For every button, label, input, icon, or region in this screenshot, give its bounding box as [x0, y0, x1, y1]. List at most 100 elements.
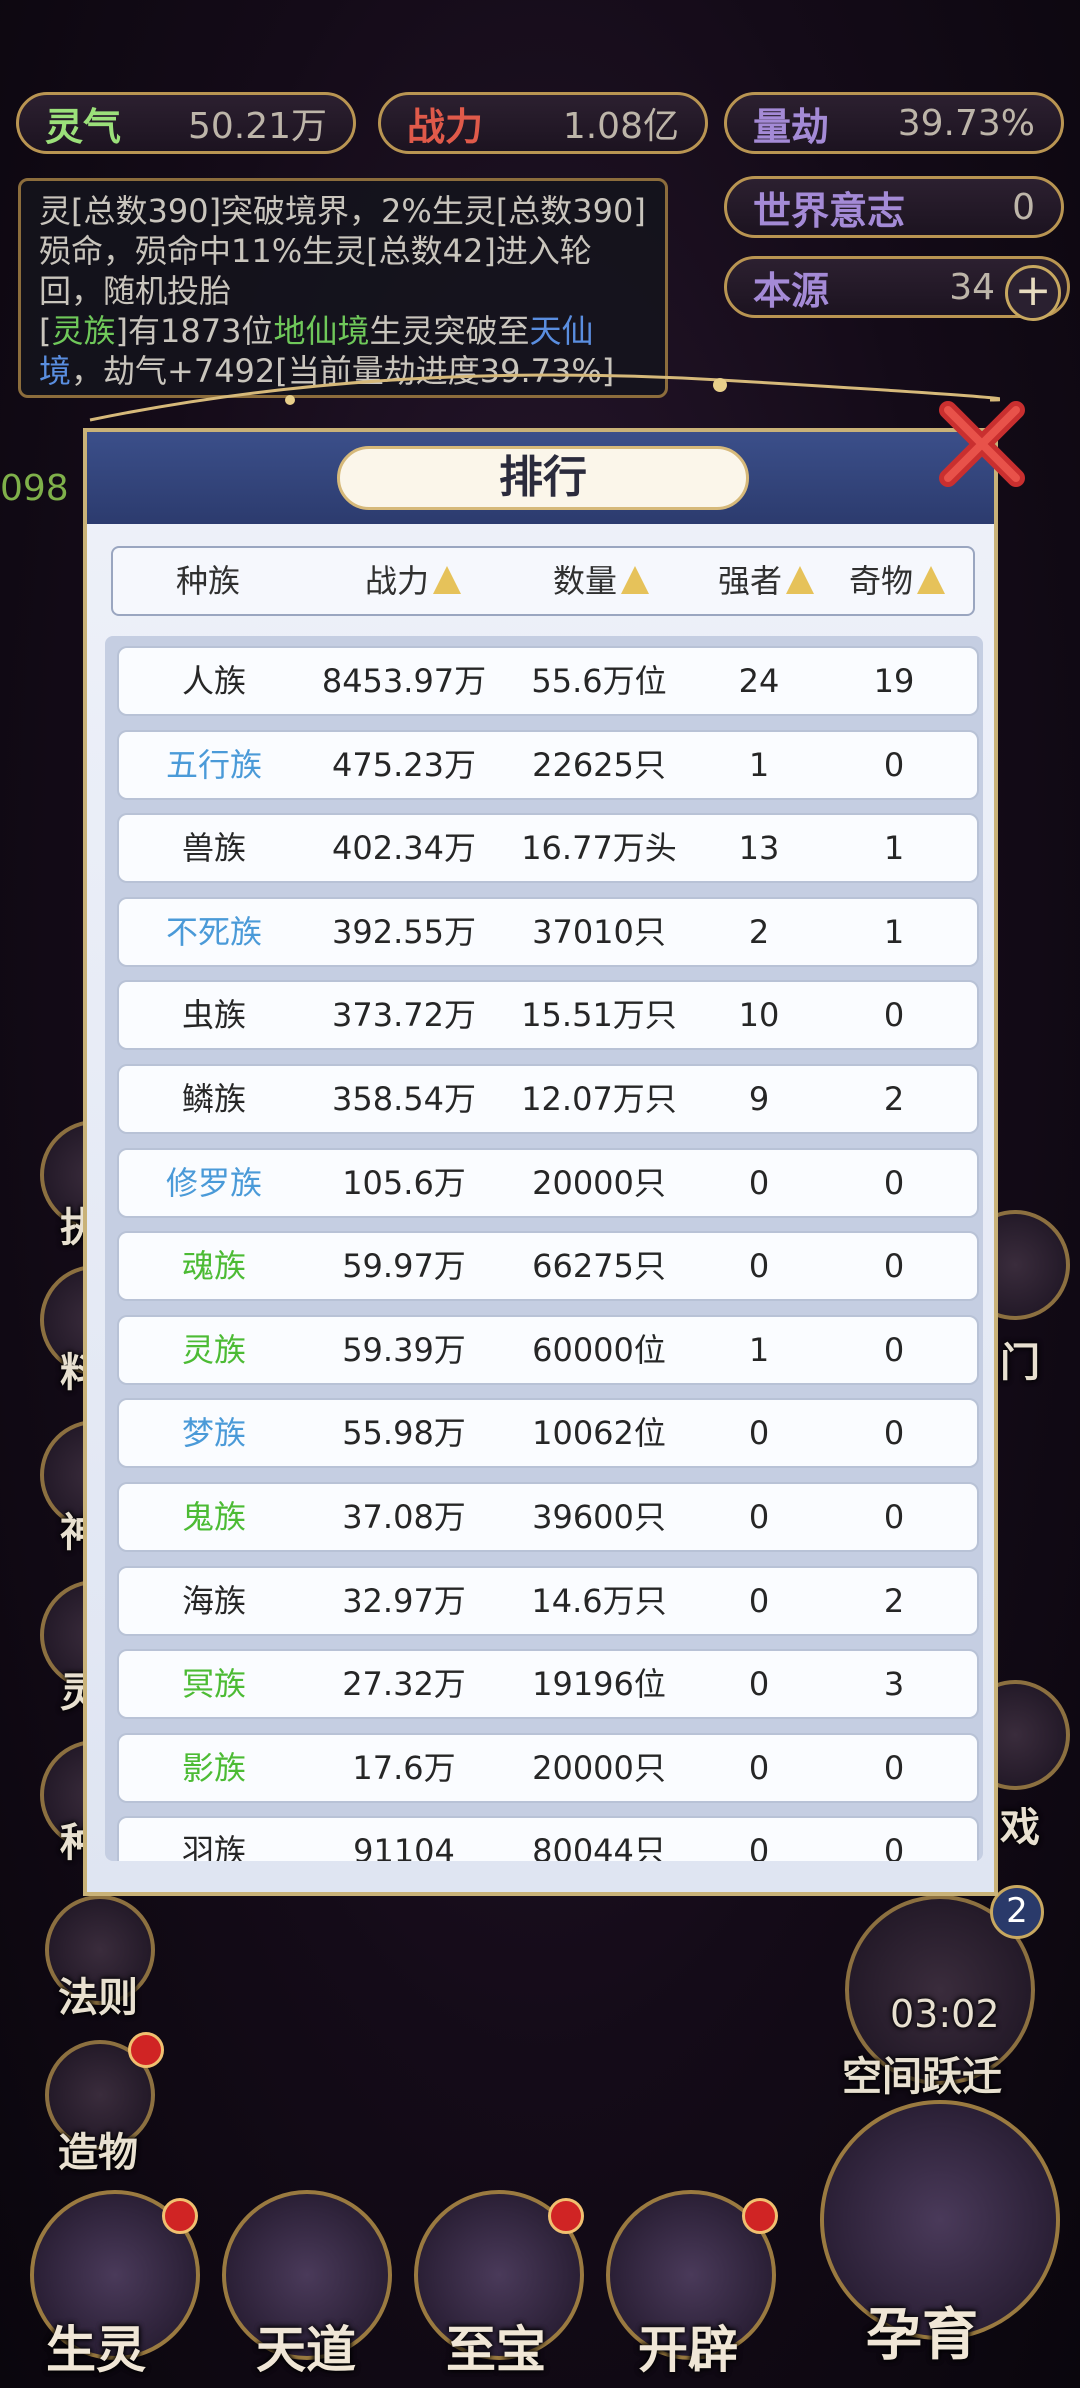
count-cell: 20000只: [532, 1748, 666, 1787]
artifact-cell: 19: [873, 662, 915, 700]
power-cell: 475.23万: [332, 745, 476, 784]
count-cell: 60000位: [532, 1330, 666, 1369]
sort-power-button[interactable]: 战力: [333, 548, 493, 614]
count-cell: 66275只: [532, 1247, 666, 1286]
power-cell: 373.72万: [332, 996, 476, 1035]
space-jump-label: 空间跃迁: [842, 2054, 1002, 2100]
count-cell: 55.6万位: [531, 662, 667, 700]
sort-arrow-icon: [621, 566, 649, 594]
count-cell: 19196位: [532, 1665, 666, 1704]
table-row[interactable]: 虫族 373.72万 15.51万只 10 0: [117, 980, 979, 1051]
artifact-cell: 0: [883, 1330, 905, 1369]
log-realm: 地仙境: [273, 312, 370, 350]
race-cell: 魂族: [181, 1247, 246, 1286]
ranking-list[interactable]: 人族 8453.97万 55.6万位 24 19 五行族 475.23万 22625只 1 0 兽族…: [105, 636, 983, 1861]
artifact-cell: 1: [883, 912, 905, 951]
table-row[interactable]: 羽族 91104 80044只 0 0: [117, 1816, 979, 1861]
artifact-cell: 0: [883, 1414, 905, 1453]
table-row[interactable]: 灵族 59.39万 60000位 1 0: [117, 1314, 979, 1385]
table-row[interactable]: 梦族 55.98万 10062位 0 0: [117, 1398, 979, 1469]
table-row[interactable]: 鬼族 37.08万 39600只 0 0: [117, 1482, 979, 1552]
artifact-cell: 0: [883, 1247, 905, 1286]
sort-arrow-icon: [917, 566, 945, 594]
strong-cell: 10: [738, 996, 780, 1035]
strong-cell: 0: [748, 1665, 770, 1704]
artifact-cell: 1: [883, 829, 905, 868]
table-row[interactable]: 修罗族 105.6万 20000只 0 0: [117, 1147, 979, 1218]
race-cell: 鳞族: [181, 1080, 246, 1118]
race-cell: 羽族: [181, 1832, 246, 1861]
race-cell: 海族: [181, 1581, 246, 1620]
table-row[interactable]: 鳞族 358.54万 12.07万只 9 2: [117, 1064, 979, 1134]
table-row[interactable]: 魂族 59.97万 66275只 0 0: [117, 1231, 979, 1302]
table-row[interactable]: 兽族 402.34万 16.77万头 13 1: [117, 813, 979, 884]
count-cell: 20000只: [532, 1163, 666, 1202]
column-label: 战力: [364, 562, 429, 600]
stat-value: 0: [1012, 186, 1035, 228]
artifact-cell: 0: [883, 1163, 905, 1202]
table-row[interactable]: 海族 32.97万 14.6万只 0 2: [117, 1565, 979, 1636]
artifact-cell: 0: [883, 1832, 905, 1861]
strong-cell: 0: [748, 1498, 770, 1536]
race-cell: 兽族: [181, 829, 246, 868]
table-row[interactable]: 不死族 392.55万 37010只 2 1: [117, 896, 979, 967]
strong-cell: 9: [748, 1080, 770, 1118]
power-cell: 59.39万: [342, 1330, 466, 1369]
sort-artifact-button[interactable]: 奇物: [837, 548, 957, 614]
strong-cell: 0: [748, 1247, 770, 1286]
stat-origin[interactable]: 本源 34 +: [724, 256, 1070, 321]
stat-label: 战力: [407, 104, 484, 149]
count-cell: 16.77万头: [521, 829, 677, 868]
strong-cell: 13: [738, 829, 780, 868]
power-cell: 91104: [353, 1832, 455, 1861]
race-cell: 梦族: [181, 1414, 246, 1453]
artifact-cell: 0: [883, 1748, 905, 1787]
count-cell: 15.51万只: [521, 996, 677, 1035]
side-button-partial-label: 门: [1000, 1340, 1040, 1386]
stat-value: 1.08亿: [562, 106, 679, 147]
stat-world-will[interactable]: 世界意志 0: [724, 176, 1064, 238]
artifact-cell: 0: [883, 996, 905, 1035]
stat-value: 39.73%: [897, 102, 1035, 144]
stat-calamity: 量劫 39.73%: [724, 92, 1064, 154]
strong-cell: 0: [748, 1414, 770, 1453]
power-cell: 17.6万: [352, 1748, 456, 1787]
nav-creatures-label: 生灵: [46, 2321, 146, 2379]
side-fragment-number: 098: [0, 468, 69, 509]
sort-arrow-icon: [786, 566, 814, 594]
add-origin-button[interactable]: +: [1005, 265, 1061, 321]
artifact-cell: 2: [883, 1581, 905, 1620]
notification-dot: [548, 2198, 584, 2234]
nav-nurture-label: 孕育: [866, 2303, 978, 2368]
strong-cell: 0: [748, 1832, 770, 1861]
sort-strong-button[interactable]: 强者: [707, 548, 825, 614]
artifact-cell: 0: [883, 1498, 905, 1536]
race-cell: 灵族: [181, 1330, 246, 1369]
table-row[interactable]: 五行族 475.23万 22625只 1 0: [117, 729, 979, 800]
close-icon[interactable]: [930, 392, 1034, 496]
strong-cell: 2: [748, 912, 770, 951]
power-cell: 105.6万: [342, 1163, 466, 1202]
power-cell: 55.98万: [342, 1414, 466, 1453]
dialog-header: 排行: [87, 432, 994, 524]
side-button-partial-label: 戏: [1000, 1805, 1040, 1851]
strong-cell: 1: [748, 745, 770, 784]
nav-heaven-label: 天道: [256, 2321, 356, 2379]
count-cell: 22625只: [532, 745, 666, 784]
strong-cell: 24: [738, 662, 780, 700]
power-cell: 37.08万: [342, 1498, 466, 1536]
table-row[interactable]: 人族 8453.97万 55.6万位 24 19: [117, 646, 979, 716]
artifact-cell: 3: [883, 1665, 905, 1704]
race-cell: 冥族: [181, 1665, 246, 1704]
count-cell: 80044只: [532, 1832, 666, 1861]
table-row[interactable]: 冥族 27.32万 19196位 0 3: [117, 1649, 979, 1720]
stat-label: 世界意志: [753, 188, 906, 233]
space-jump-badge: 2: [990, 1885, 1044, 1939]
table-row[interactable]: 影族 17.6万 20000只 0 0: [117, 1732, 979, 1803]
artifact-cell: 0: [883, 745, 905, 784]
power-cell: 27.32万: [342, 1665, 466, 1704]
creation-label: 造物: [58, 2130, 138, 2176]
sort-count-button[interactable]: 数量: [521, 548, 681, 614]
race-cell: 虫族: [181, 996, 246, 1035]
race-cell: 五行族: [165, 745, 262, 784]
